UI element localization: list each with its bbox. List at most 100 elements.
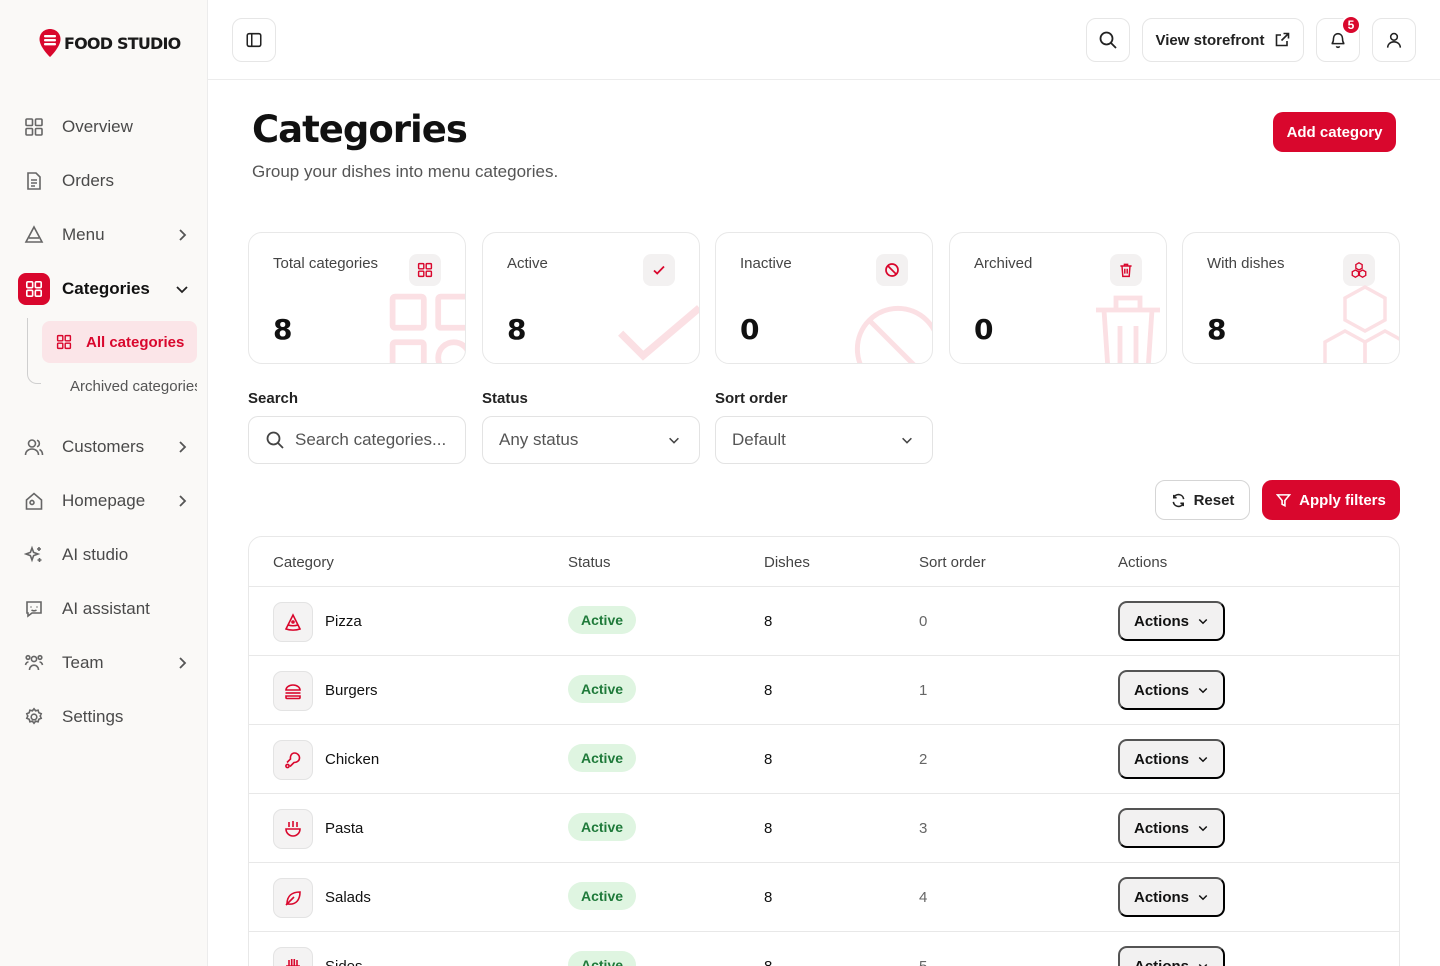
table-row[interactable]: Burgers Active 8 1 Actions (249, 656, 1399, 725)
column-header-category: Category (273, 554, 334, 571)
document-icon (18, 165, 50, 197)
table-row[interactable]: Pasta Active 8 3 Actions (249, 794, 1399, 863)
sidebar-item-orders[interactable]: Orders (18, 163, 196, 199)
sidebar-item-overview[interactable]: Overview (18, 109, 196, 145)
sidebar: FOOD STUDIO Overview Orders Menu Categor… (0, 0, 208, 966)
chevron-right-icon (179, 657, 187, 669)
sidebar-item-ai-studio[interactable]: AI studio (18, 537, 196, 573)
dishes-count: 8 (764, 613, 773, 630)
sidebar-item-label: Overview (62, 117, 133, 136)
chevron-down-icon (1198, 756, 1208, 763)
notifications-button[interactable]: 5 (1316, 15, 1361, 62)
sidebar-item-settings[interactable]: Settings (18, 699, 196, 735)
check-watermark-icon (618, 305, 699, 361)
categories-table: Category Status Dishes Sort order Action… (248, 536, 1400, 966)
status-badge: Active (568, 744, 637, 772)
stat-label: Total categories (273, 255, 379, 272)
user-icon (1386, 32, 1402, 48)
column-header-actions: Actions (1118, 554, 1168, 571)
status-badge: Active (568, 813, 637, 841)
sidebar-subitem-all-categories[interactable]: All categories (42, 321, 197, 363)
sidebar-item-label: Settings (62, 707, 124, 726)
refresh-icon (1172, 493, 1185, 507)
actions-button[interactable]: Actions (1118, 739, 1225, 779)
grid-icon (56, 334, 72, 350)
sort-order-select[interactable]: Default (715, 416, 933, 464)
search-label: Search (248, 390, 299, 407)
sparkle-icon (18, 539, 50, 571)
table-row[interactable]: Chicken Active 8 2 Actions (249, 725, 1399, 794)
add-category-button[interactable]: Add category (1273, 112, 1396, 152)
external-link-icon (1276, 32, 1290, 47)
actions-button[interactable]: Actions (1118, 670, 1225, 710)
status-select[interactable]: Any status (482, 416, 700, 464)
brand-name: FOOD STUDIO (64, 33, 181, 53)
actions-button[interactable]: Actions (1118, 808, 1225, 848)
search-input[interactable]: Search categories... (248, 416, 466, 464)
sidebar-item-team[interactable]: Team (18, 645, 196, 681)
actions-label: Actions (1133, 612, 1189, 630)
search-icon (266, 431, 284, 449)
sort-order-label: Sort order (715, 390, 788, 407)
category-name: Salads (325, 889, 371, 906)
chevron-down-icon (669, 437, 679, 444)
grid-icon (409, 254, 441, 286)
chat-bot-icon (18, 593, 50, 625)
stat-card-with-dishes: With dishes 8 (1182, 232, 1400, 364)
chevron-down-icon (1198, 963, 1208, 966)
table-row[interactable]: Pizza Active 8 0 Actions (249, 587, 1399, 656)
sidebar-item-ai-assistant[interactable]: AI assistant (18, 591, 196, 627)
table-row[interactable]: Salads Active 8 4 Actions (249, 863, 1399, 932)
stat-value: 8 (507, 313, 527, 346)
actions-button[interactable]: Actions (1118, 946, 1225, 966)
status-badge: Active (568, 606, 637, 634)
view-storefront-label: View storefront (1155, 31, 1265, 49)
sidebar-subitem-label: Archived categories (70, 377, 197, 395)
chevron-right-icon (179, 495, 187, 507)
pin-logo-icon (39, 29, 61, 57)
category-name: Chicken (325, 751, 380, 768)
account-button[interactable] (1372, 18, 1416, 62)
reset-button[interactable]: Reset (1155, 480, 1250, 520)
page-subtitle: Group your dishes into menu categories. (252, 162, 559, 181)
dishes-count: 8 (764, 889, 773, 906)
category-name: Pasta (325, 820, 364, 837)
bowl-icon (273, 809, 313, 849)
sidebar-item-menu[interactable]: Menu (18, 217, 196, 253)
sidebar-item-homepage[interactable]: Homepage (18, 483, 196, 519)
chevron-right-icon (179, 441, 187, 453)
logo[interactable]: FOOD STUDIO (38, 28, 181, 58)
search-button[interactable] (1086, 18, 1130, 62)
dishes-count: 8 (764, 751, 773, 768)
grid-icon (18, 273, 50, 305)
toggle-sidebar-button[interactable] (232, 18, 276, 62)
sidebar-item-label: Menu (62, 225, 105, 244)
chevron-down-icon (1198, 894, 1208, 901)
notification-count-badge: 5 (1341, 15, 1361, 35)
triangle-icon (18, 219, 50, 251)
sidebar-item-customers[interactable]: Customers (18, 429, 196, 465)
sort-order-value: 2 (919, 751, 928, 768)
actions-button[interactable]: Actions (1118, 601, 1225, 641)
chevron-down-icon (1198, 825, 1208, 832)
column-header-dishes: Dishes (764, 554, 810, 571)
sidebar-item-categories[interactable]: Categories (18, 271, 196, 307)
table-row[interactable]: Sides Active 8 5 Actions (249, 932, 1399, 966)
sidebar-item-label: Homepage (62, 491, 146, 510)
category-name: Pizza (325, 613, 362, 630)
status-badge: Active (568, 882, 637, 910)
apply-filters-button[interactable]: Apply filters (1262, 480, 1400, 520)
sort-order-value: 5 (919, 958, 927, 966)
home-icon (18, 485, 50, 517)
actions-button[interactable]: Actions (1118, 877, 1225, 917)
search-placeholder: Search categories... (295, 430, 447, 449)
leaf-icon (273, 878, 313, 918)
sort-order-value: 0 (919, 613, 928, 630)
view-storefront-button[interactable]: View storefront (1142, 18, 1304, 62)
sidebar-subitem-archived-categories[interactable]: Archived categories (42, 365, 197, 407)
stat-card-inactive: Inactive 0 (715, 232, 933, 364)
trash-icon (1110, 254, 1142, 286)
sort-order-value: 1 (919, 682, 928, 699)
sidebar-item-label: Categories (62, 279, 150, 298)
drumstick-icon (273, 740, 313, 780)
